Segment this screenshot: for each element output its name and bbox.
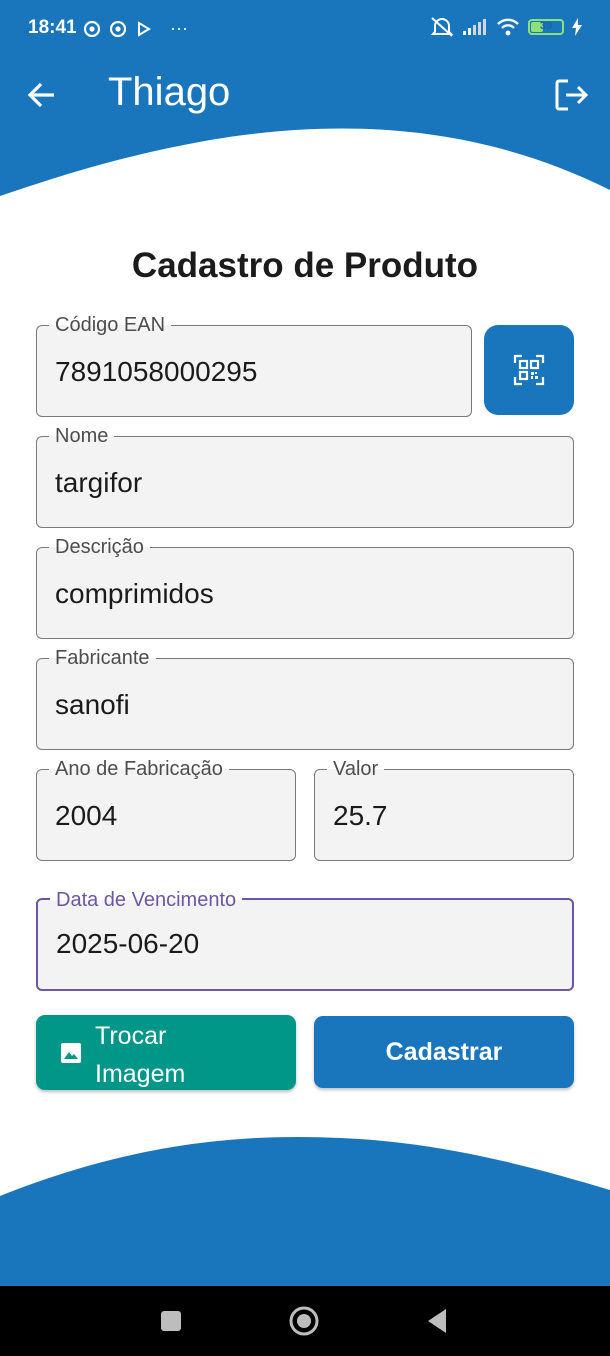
descricao-label: Descrição [49,534,150,560]
nome-label: Nome [49,423,115,449]
circle-home-icon[interactable] [288,1305,320,1337]
logout-button[interactable] [554,78,590,112]
cadastrar-button[interactable]: Cadastrar [314,1016,574,1088]
app-bar-title: Thiago [108,70,231,114]
fabricante-value: sanofi [55,689,130,720]
square-recents-icon[interactable] [160,1310,182,1332]
ano-fabricacao-label: Ano de Fabricação [49,756,229,782]
descricao-field[interactable]: Descrição comprimidos [36,534,574,639]
ano-fabricacao-field[interactable]: Ano de Fabricação 2004 [36,756,296,861]
signal-icon [463,19,486,35]
data-vencimento-label: Data de Vencimento [50,887,243,913]
chrome-icon [84,20,100,37]
fabricante-field[interactable]: Fabricante sanofi [36,645,574,750]
data-vencimento-field[interactable]: Data de Vencimento 2025-06-20 [36,887,574,991]
page-title: Cadastro de Produto [131,246,479,285]
valor-label: Valor [327,756,385,782]
nome-field[interactable]: Nome targifor [36,423,574,528]
valor-value: 25.7 [333,800,388,831]
system-navigation-bar [0,1286,610,1356]
data-vencimento-value: 2025-06-20 [56,928,200,959]
chrome-icon [110,20,126,37]
arrow-left-icon [27,82,54,108]
image-icon [61,1043,81,1063]
charging-icon [572,18,582,36]
ean-label: Código EAN [49,312,172,338]
cadastrar-label: Cadastrar [385,1037,503,1066]
footer-wave-background [0,1137,610,1286]
triangle-back-icon[interactable] [426,1308,448,1334]
status-bar: 18:41 ··· 39 [0,0,610,58]
nome-value: targifor [55,467,143,498]
wifi-icon [497,18,519,36]
battery-icon: 39 [528,19,564,35]
ean-value: 7891058000295 [55,356,258,387]
fabricante-label: Fabricante [49,645,156,671]
trocar-imagem-label-line1: Trocar [95,1022,167,1050]
trocar-imagem-button[interactable]: Trocar Imagem [36,1015,296,1090]
battery-level: 39 [539,20,553,32]
scan-barcode-button[interactable] [484,325,574,415]
back-button[interactable] [26,78,60,112]
qr-scan-icon [513,354,545,386]
status-time: 18:41 [28,17,77,38]
play-icon [138,20,151,37]
logout-icon [555,79,589,111]
ean-field[interactable]: Código EAN 7891058000295 [36,312,472,417]
ano-fabricacao-value: 2004 [55,800,118,831]
trocar-imagem-label-line2: Imagem [95,1060,186,1088]
more-notifications-dots: ··· [170,18,188,38]
descricao-value: comprimidos [55,578,214,609]
mute-icon [430,17,454,37]
valor-field[interactable]: Valor 25.7 [314,756,574,861]
